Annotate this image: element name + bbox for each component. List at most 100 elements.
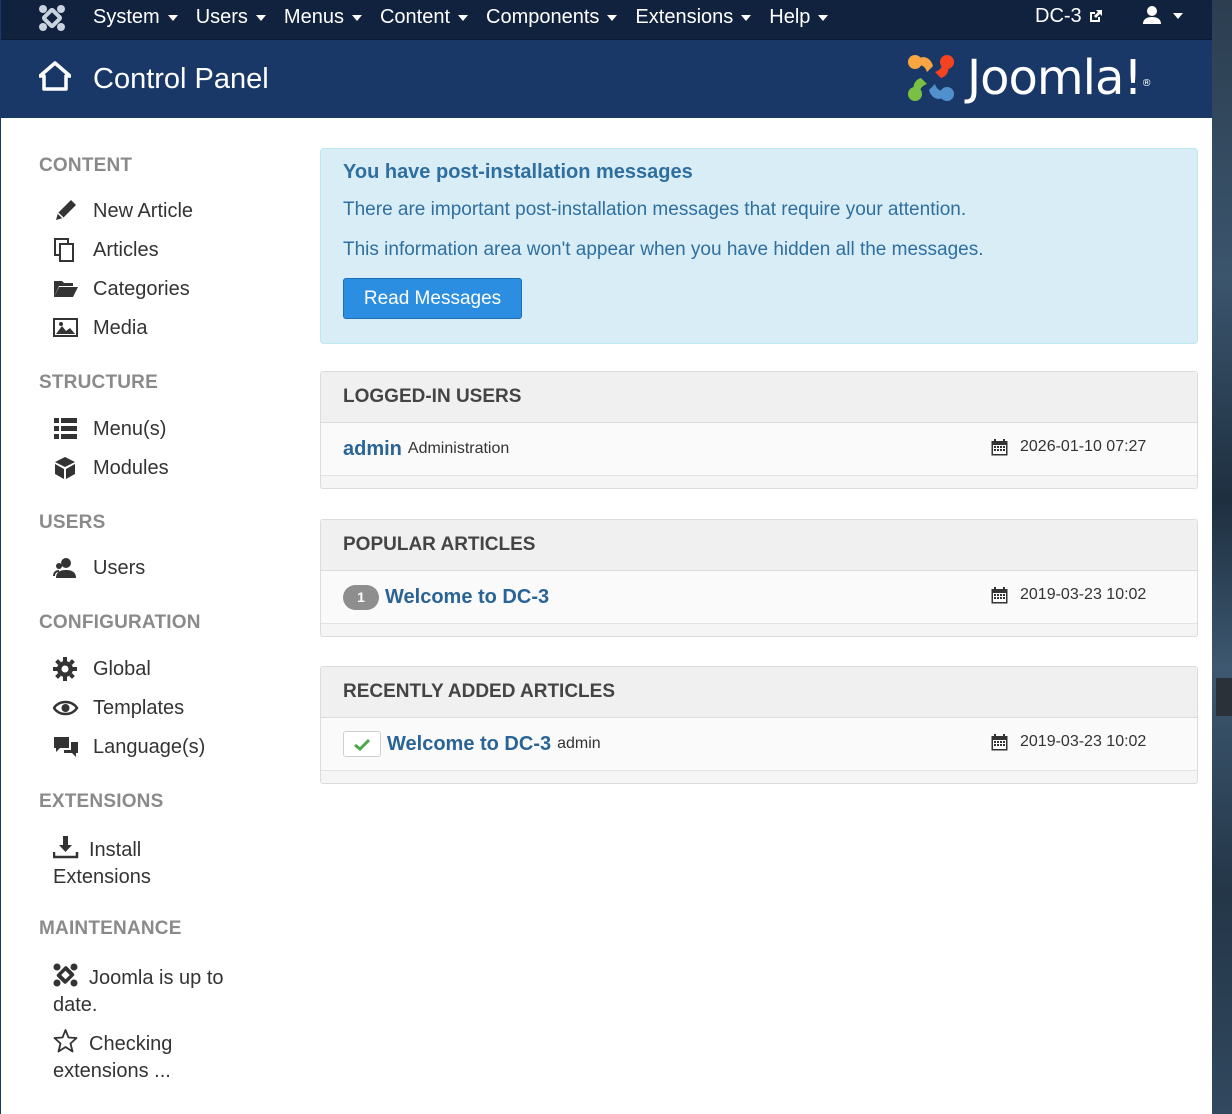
menu-components-label: Components [486, 5, 600, 28]
page-header: Control Panel Joomla!® [1, 40, 1212, 118]
sidebar-item-label: Articles [93, 239, 159, 261]
browser-window: System Users Menus Content Components Ex… [0, 0, 1212, 1114]
logo-wordmark: Joomla! [967, 50, 1143, 106]
joomla-logo-icon [908, 55, 954, 101]
read-messages-button[interactable]: Read Messages [343, 278, 522, 319]
panel-heading: RECENTLY ADDED ARTICLES [321, 667, 1197, 718]
panel-footer [321, 771, 1197, 783]
registered-mark: ® [1141, 78, 1152, 89]
sidebar-item-templates[interactable]: Templates [53, 695, 273, 722]
joomla-logo: Joomla!® [903, 50, 1152, 106]
sidebar-item-label: New Article [93, 200, 194, 222]
menu-help[interactable]: Help [769, 0, 829, 34]
comments-icon [54, 737, 78, 757]
joomla-icon [53, 963, 78, 987]
sidebar-item-media[interactable]: Media [53, 315, 273, 342]
menu-content[interactable]: Content [379, 0, 469, 34]
page-title: Control Panel [93, 63, 269, 95]
download-icon [53, 836, 79, 859]
sidebar-item-modules[interactable]: Modules [53, 455, 273, 482]
menu-content-label: Content [379, 5, 451, 28]
sidebar-item-users[interactable]: Users [53, 555, 273, 582]
date-text: 2019-03-23 10:02 [1020, 586, 1147, 603]
sidebar-item-global[interactable]: Global [53, 656, 273, 683]
logged-in-users-panel: LOGGED-IN USERS admin Administration 202… [320, 371, 1198, 489]
post-install-alert: You have post-installation messages Ther… [320, 148, 1198, 344]
user-menu[interactable] [1143, 5, 1183, 25]
panel-footer [321, 624, 1197, 636]
folder-open-icon [54, 281, 78, 297]
calendar-icon [991, 586, 1008, 603]
menu-help-label: Help [769, 5, 811, 28]
menu-menus-label: Menus [283, 5, 344, 28]
top-navbar: System Users Menus Content Components Ex… [1, 0, 1212, 40]
calendar-icon [991, 438, 1008, 455]
chevron-down-icon [255, 15, 266, 21]
user-icon [1143, 6, 1161, 24]
view-site-link[interactable]: DC-3 [1035, 0, 1103, 33]
sidebar-item-joomla-update[interactable]: Joomla is up to date. [53, 962, 253, 1019]
sidebar-heading-extensions: EXTENSIONS [39, 791, 164, 812]
chevron-down-icon [167, 15, 178, 21]
sidebar-item-new-article[interactable]: New Article [53, 198, 273, 225]
sidebar-item-install-extensions[interactable]: Install Extensions [53, 834, 193, 891]
home-icon [39, 61, 71, 91]
date-text: 2026-01-10 07:27 [1020, 438, 1147, 455]
menu-users-label: Users [195, 5, 248, 28]
user-client: Administration [407, 440, 510, 457]
menu-components[interactable]: Components [486, 0, 618, 34]
published-toggle[interactable] [343, 731, 381, 757]
external-link-icon [1089, 10, 1102, 22]
sidebar-item-label: Users [93, 557, 146, 579]
menu-system[interactable]: System [93, 0, 178, 34]
menu-menus[interactable]: Menus [284, 0, 362, 34]
article-link[interactable]: Welcome to DC-3 [385, 586, 549, 609]
sidebar-item-label: Templates [93, 697, 185, 719]
calendar-icon [991, 733, 1008, 750]
sidebar-item-languages[interactable]: Language(s) [53, 734, 273, 761]
user-link[interactable]: admin [343, 438, 402, 461]
list-item: 1 Welcome to DC-3 2019-03-23 10:02 [321, 571, 1197, 624]
date-text: 2019-03-23 10:02 [1020, 733, 1147, 750]
check-icon [354, 738, 370, 751]
menu-users[interactable]: Users [196, 0, 266, 34]
pencil-icon [56, 200, 76, 220]
sidebar-heading-configuration: CONFIGURATION [39, 612, 201, 633]
image-icon [53, 318, 78, 337]
sidebar-heading-users: USERS [39, 512, 106, 533]
panel-heading: LOGGED-IN USERS [321, 372, 1197, 423]
background-scroll-mark [1216, 678, 1232, 716]
article-author: admin [557, 735, 601, 752]
sidebar-item-check-extensions[interactable]: Checking extensions ... [53, 1028, 213, 1085]
article-date: 2019-03-23 10:02 [991, 586, 1146, 604]
sidebar-item-menus[interactable]: Menu(s) [53, 416, 273, 443]
login-date: 2026-01-10 07:27 [991, 438, 1146, 456]
eye-icon [53, 700, 79, 716]
sidebar-item-categories[interactable]: Categories [53, 276, 273, 303]
sidebar-item-label: Menu(s) [93, 418, 167, 440]
list-item: Welcome to DC-3 admin 2019-03-23 10:02 [321, 718, 1197, 771]
chevron-down-icon [458, 15, 469, 21]
list-item: admin Administration 2026-01-10 07:27 [321, 423, 1197, 476]
sidebar-item-label: Global [93, 658, 151, 680]
list-icon [54, 418, 77, 439]
popular-articles-panel: POPULAR ARTICLES 1 Welcome to DC-3 2019-… [320, 519, 1198, 637]
article-link[interactable]: Welcome to DC-3 [387, 733, 551, 756]
users-icon [53, 558, 76, 578]
chevron-down-icon [351, 15, 362, 21]
sidebar-heading-structure: STRUCTURE [39, 372, 158, 393]
main-menu: System Users Menus Content Components Ex… [93, 0, 846, 34]
sidebar-heading-content: CONTENT [39, 155, 133, 176]
copy-icon [54, 238, 74, 262]
cube-icon [55, 457, 75, 479]
joomla-logo-text: Joomla!® [967, 50, 1152, 106]
menu-extensions[interactable]: Extensions [635, 0, 752, 34]
joomla-brand-icon[interactable] [37, 4, 67, 32]
chevron-down-icon [1173, 13, 1183, 19]
panel-heading: POPULAR ARTICLES [321, 520, 1197, 571]
sidebar-item-articles[interactable]: Articles [53, 237, 273, 264]
site-name: DC-3 [1035, 5, 1082, 27]
cog-icon [53, 657, 77, 681]
alert-message: There are important post-installation me… [343, 199, 967, 220]
desktop-background [1212, 0, 1232, 1114]
